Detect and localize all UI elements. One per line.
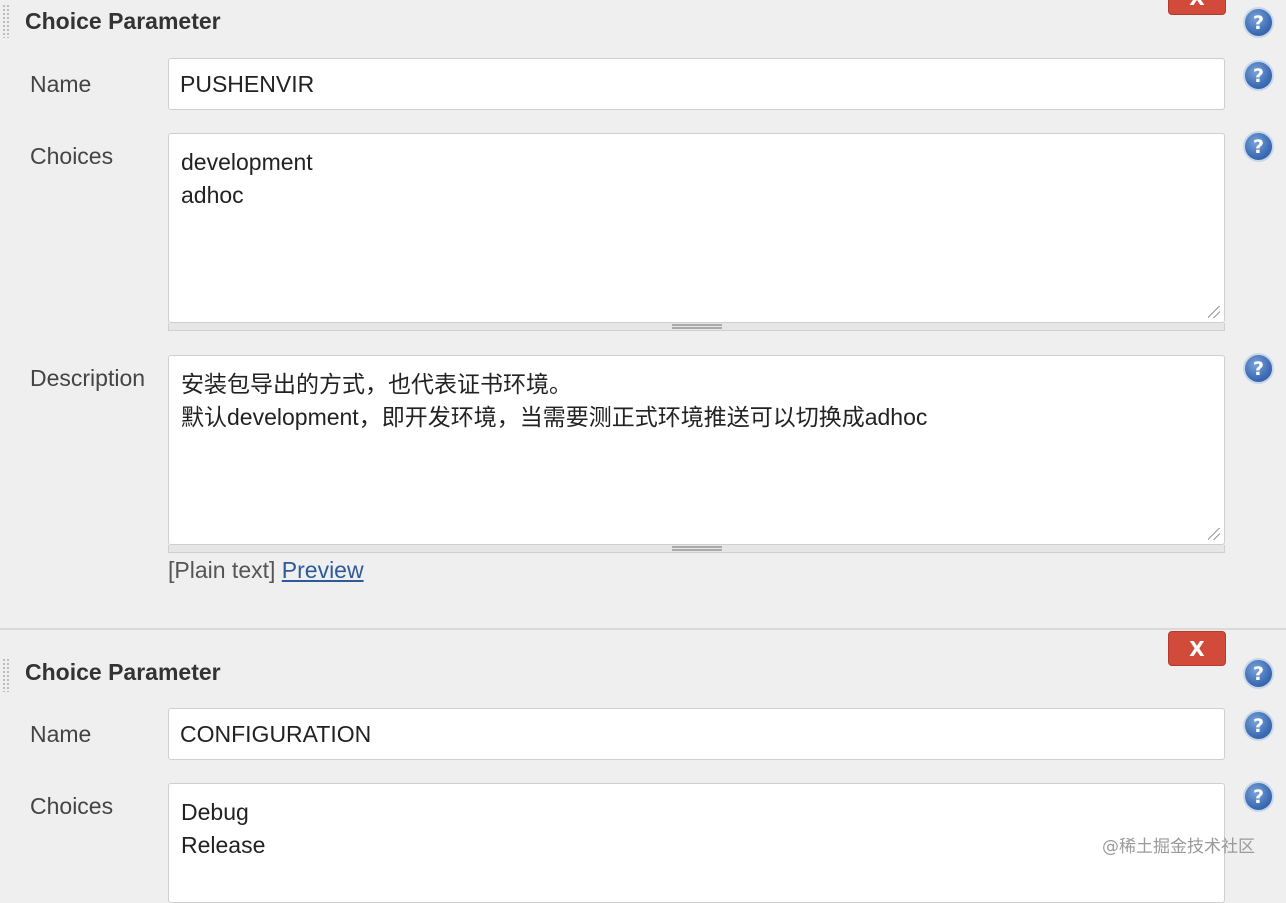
description-line: 安装包导出的方式，也代表证书环境。 [181,371,572,397]
choice-parameter-section-2: Choice Parameter X ? Name ? Choices Debu… [0,628,1286,903]
choice-line: adhoc [181,182,244,208]
name-input[interactable] [168,708,1225,760]
question-circle-icon[interactable]: ? [1243,7,1274,38]
section-title: Choice Parameter [25,8,221,34]
question-circle-icon[interactable]: ? [1243,60,1274,91]
preview-link[interactable]: Preview [282,557,364,583]
watermark: @稀土掘金技术社区 [1102,837,1255,857]
choices-label: Choices [30,793,114,819]
delete-parameter-button[interactable]: X [1168,631,1226,666]
choice-line: Debug [181,799,249,825]
delete-parameter-button[interactable]: X [1168,0,1226,15]
name-label: Name [30,71,92,97]
textarea-resize-bar[interactable] [168,545,1225,553]
format-row: [Plain text] Preview [168,557,364,584]
drag-grip-icon[interactable] [2,4,10,38]
choice-line: development [181,149,313,175]
question-circle-icon[interactable]: ? [1243,710,1274,741]
name-label: Name [30,721,92,747]
choice-line: Release [181,832,266,858]
plain-text-indicator: [Plain text] [168,557,276,583]
question-circle-icon[interactable]: ? [1243,781,1274,812]
resize-corner-icon[interactable] [1208,528,1220,540]
resize-handle-icon [672,324,722,329]
textarea-resize-bar[interactable] [168,323,1225,331]
choices-textarea[interactable]: Debug Release [168,783,1225,903]
section-title: Choice Parameter [25,659,221,685]
question-circle-icon[interactable]: ? [1243,131,1274,162]
description-textarea[interactable]: 安装包导出的方式，也代表证书环境。 默认development，即开发环境，当需… [168,355,1225,553]
description-line: 默认development，即开发环境，当需要测正式环境推送可以切换成adhoc [181,404,928,430]
name-input[interactable] [168,58,1225,110]
drag-grip-icon[interactable] [2,658,10,692]
choices-textarea[interactable]: development adhoc [168,133,1225,331]
resize-handle-icon [672,546,722,551]
resize-corner-icon[interactable] [1208,306,1220,318]
choice-parameter-section-1: Choice Parameter X ? Name ? Choices deve… [0,0,1286,628]
question-circle-icon[interactable]: ? [1243,353,1274,384]
question-circle-icon[interactable]: ? [1243,658,1274,689]
description-label: Description [30,365,146,391]
choices-label: Choices [30,143,114,169]
